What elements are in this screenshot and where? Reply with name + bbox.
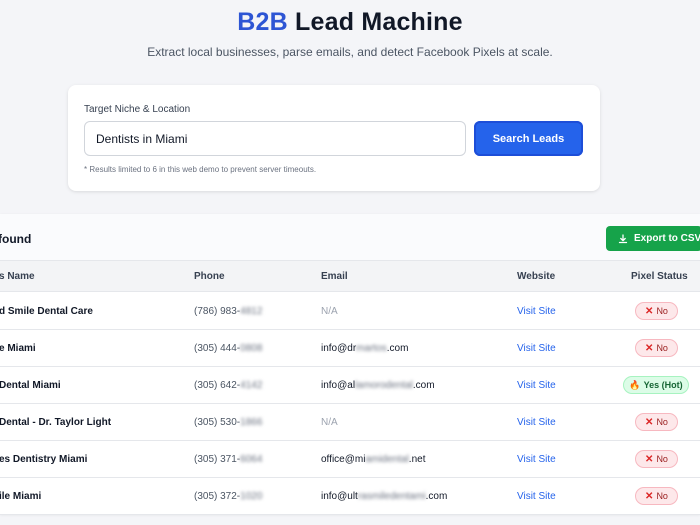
flame-icon: 🔥 bbox=[629, 379, 641, 390]
phone-prefix: (305) 372- bbox=[194, 491, 241, 502]
x-icon: ✕ bbox=[645, 305, 654, 317]
download-icon bbox=[618, 233, 628, 243]
phone-redacted: 1020 bbox=[240, 491, 263, 502]
table-row: Dental Miami (305) 642-4142 info@allamorod… bbox=[0, 367, 700, 404]
email-redacted: martos bbox=[356, 343, 387, 354]
x-icon: ✕ bbox=[645, 416, 654, 428]
phone-redacted: 4812 bbox=[240, 306, 263, 317]
results-limit-note: * Results limited to 6 in this web demo … bbox=[84, 165, 317, 174]
email-suffix: .com bbox=[386, 343, 409, 354]
email-prefix: info@al bbox=[321, 380, 356, 391]
email-redacted: rasmiledentami bbox=[357, 491, 426, 502]
pixel-status-badge: 🔥 Yes (Hot) bbox=[623, 376, 689, 394]
email-prefix: N/A bbox=[321, 417, 338, 428]
export-label: Export to CSV bbox=[634, 233, 700, 244]
phone-redacted: 1866 bbox=[240, 417, 263, 428]
x-icon: ✕ bbox=[645, 342, 654, 354]
phone-redacted: 4142 bbox=[240, 380, 263, 391]
business-name: d Smile Dental Care bbox=[0, 306, 93, 317]
email-prefix: info@ult bbox=[321, 491, 358, 502]
business-name: ile Miami bbox=[0, 491, 42, 502]
title-rest: Lead Machine bbox=[287, 8, 463, 36]
phone-prefix: (786) 983- bbox=[194, 306, 241, 317]
phone-number: (305) 371-6064 bbox=[194, 454, 262, 465]
email-redacted: amidental bbox=[365, 454, 409, 465]
pixel-status-badge: ✕ No bbox=[635, 339, 678, 357]
column-header-name: s Name bbox=[0, 271, 35, 282]
table-row: d Smile Dental Care (786) 983-4812 N/A Visi… bbox=[0, 293, 700, 330]
results-panel: found Export to CSV s Name Phone Email W… bbox=[0, 214, 700, 515]
email-suffix: .net bbox=[408, 454, 426, 465]
column-header-website: Website bbox=[517, 271, 556, 282]
x-icon: ✕ bbox=[645, 490, 654, 502]
column-header-pixel-status: Pixel Status bbox=[631, 271, 688, 282]
column-header-email: Email bbox=[321, 271, 348, 282]
business-name: Dental - Dr. Taylor Light bbox=[0, 417, 112, 428]
email-address: info@drmartos.com bbox=[321, 343, 408, 354]
phone-redacted: 6064 bbox=[240, 454, 263, 465]
email-suffix: .com bbox=[425, 491, 448, 502]
email-redacted: lamorodental bbox=[355, 380, 413, 391]
results-title: found bbox=[0, 232, 32, 246]
table-row: ile Miami (305) 372-1020 info@ultrasmilede… bbox=[0, 478, 700, 515]
visit-site-link[interactable]: Visit Site bbox=[517, 491, 556, 502]
pixel-status-badge: ✕ No bbox=[635, 487, 678, 505]
search-leads-button[interactable]: Search Leads bbox=[474, 121, 583, 156]
phone-prefix: (305) 371- bbox=[194, 454, 241, 465]
business-name: e Miami bbox=[0, 343, 36, 354]
export-csv-button[interactable]: Export to CSV bbox=[606, 226, 700, 251]
search-card: Target Niche & Location Search Leads * R… bbox=[68, 85, 600, 191]
x-icon: ✕ bbox=[645, 453, 654, 465]
visit-site-link[interactable]: Visit Site bbox=[517, 380, 556, 391]
pixel-status-text: No bbox=[656, 343, 668, 353]
email-prefix: office@mi bbox=[321, 454, 366, 465]
email-prefix: N/A bbox=[321, 306, 338, 317]
email-address: N/A bbox=[321, 417, 338, 428]
table-header: s Name Phone Email Website Pixel Status bbox=[0, 261, 700, 292]
email-address: info@allamorodental.com bbox=[321, 380, 435, 391]
pixel-status-badge: ✕ No bbox=[635, 450, 678, 468]
email-address: info@ultrasmiledentami.com bbox=[321, 491, 447, 502]
table-row: es Dentistry Miami (305) 371-6064 office@m… bbox=[0, 441, 700, 478]
phone-number: (305) 372-1020 bbox=[194, 491, 262, 502]
visit-site-link[interactable]: Visit Site bbox=[517, 306, 556, 317]
table-row: e Miami (305) 444-0808 info@drmartos.com Vi… bbox=[0, 330, 700, 367]
column-header-phone: Phone bbox=[194, 271, 225, 282]
title-accent: B2B bbox=[237, 8, 288, 36]
visit-site-link[interactable]: Visit Site bbox=[517, 343, 556, 354]
pixel-status-text: No bbox=[656, 491, 668, 501]
phone-redacted: 0808 bbox=[240, 343, 263, 354]
visit-site-link[interactable]: Visit Site bbox=[517, 454, 556, 465]
email-suffix: .com bbox=[412, 380, 435, 391]
phone-prefix: (305) 444- bbox=[194, 343, 241, 354]
email-prefix: info@dr bbox=[321, 343, 357, 354]
results-header: found Export to CSV bbox=[0, 214, 700, 261]
pixel-status-text: No bbox=[656, 454, 668, 464]
phone-number: (786) 983-4812 bbox=[194, 306, 262, 317]
pixel-status-text: No bbox=[656, 306, 668, 316]
phone-prefix: (305) 530- bbox=[194, 417, 241, 428]
pixel-status-text: No bbox=[656, 417, 668, 427]
page-header: B2B Lead Machine Extract local businesse… bbox=[0, 8, 700, 59]
business-name: Dental Miami bbox=[0, 380, 61, 391]
pixel-status-text: Yes (Hot) bbox=[643, 380, 683, 390]
page-subtitle: Extract local businesses, parse emails, … bbox=[147, 45, 553, 59]
email-address: office@miamidental.net bbox=[321, 454, 425, 465]
phone-prefix: (305) 642- bbox=[194, 380, 241, 391]
phone-number: (305) 530-1866 bbox=[194, 417, 262, 428]
email-address: N/A bbox=[321, 306, 338, 317]
phone-number: (305) 444-0808 bbox=[194, 343, 262, 354]
table-row: Dental - Dr. Taylor Light (305) 530-1866 N… bbox=[0, 404, 700, 441]
pixel-status-badge: ✕ No bbox=[635, 413, 678, 431]
search-label: Target Niche & Location bbox=[84, 104, 191, 115]
business-name: es Dentistry Miami bbox=[0, 454, 88, 465]
page-title: B2B Lead Machine bbox=[0, 8, 700, 37]
pixel-status-badge: ✕ No bbox=[635, 302, 678, 320]
search-input[interactable] bbox=[84, 121, 466, 156]
visit-site-link[interactable]: Visit Site bbox=[517, 417, 556, 428]
phone-number: (305) 642-4142 bbox=[194, 380, 262, 391]
